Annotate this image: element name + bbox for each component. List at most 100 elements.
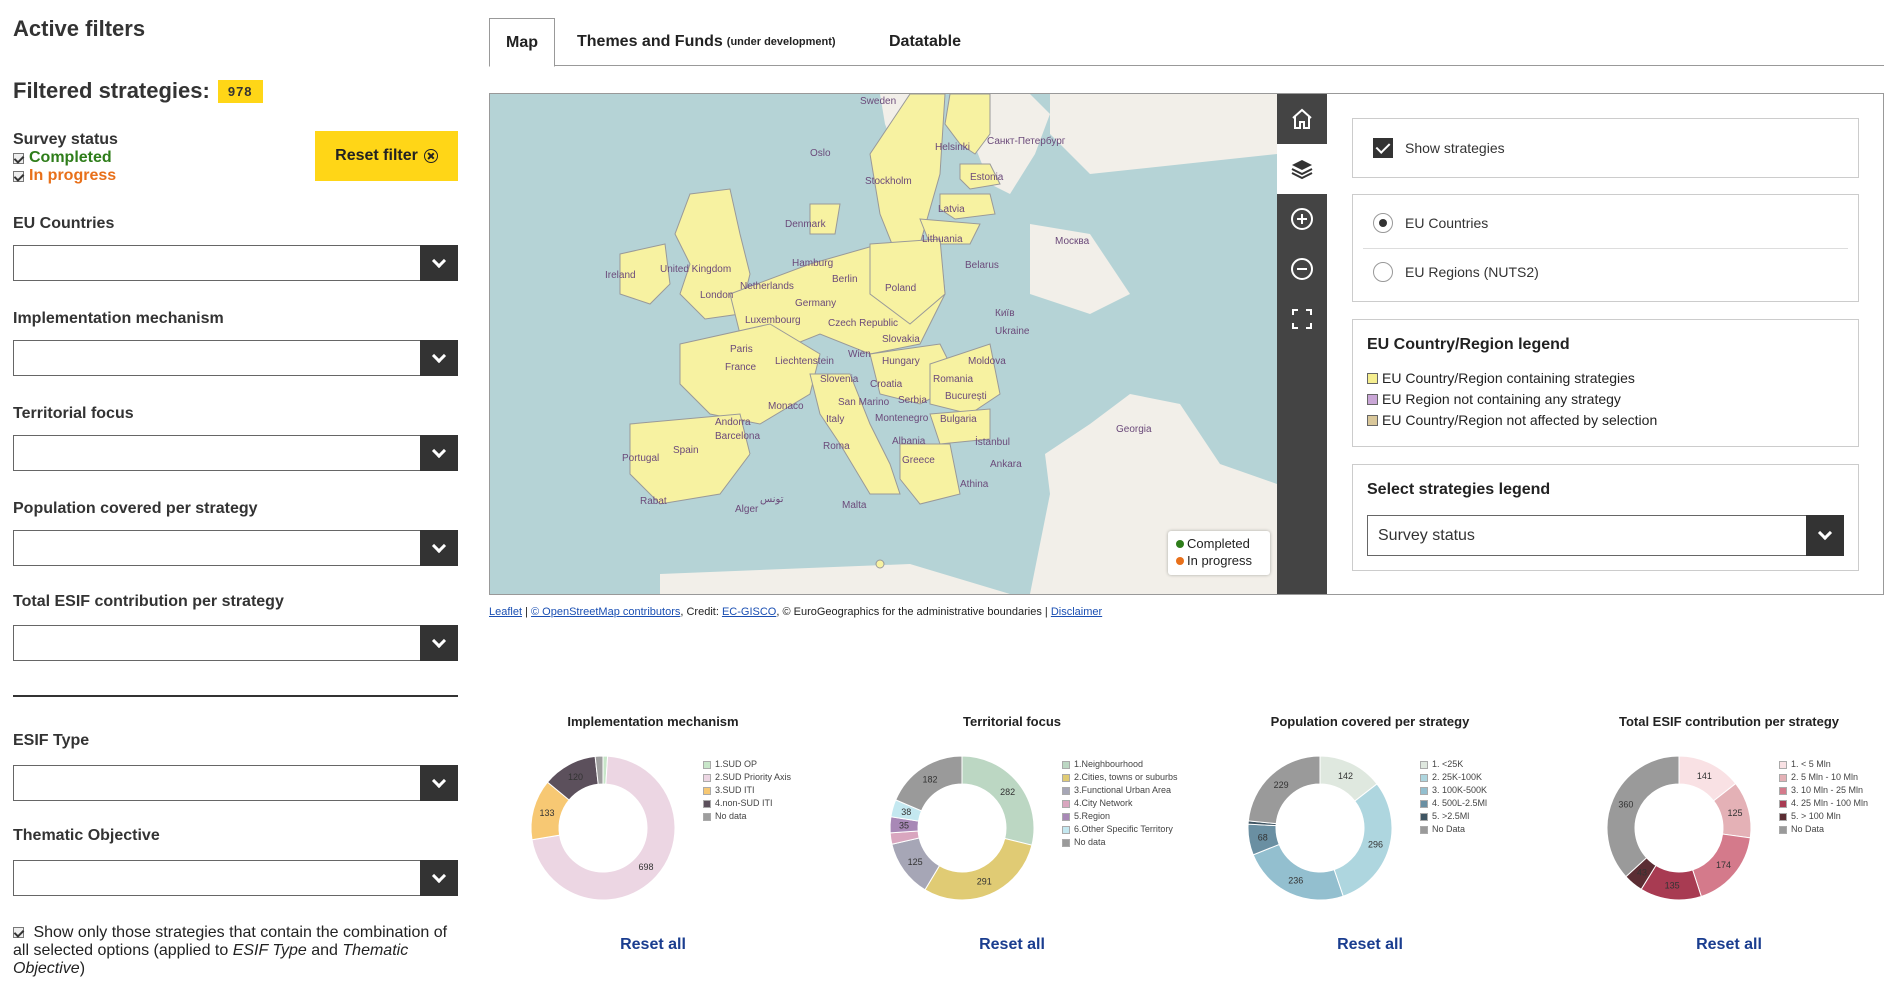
chart-legend-item[interactable]: 4. 500L-2.5Ml — [1420, 797, 1487, 810]
chart-legend-item[interactable]: 5.Region — [1062, 810, 1178, 823]
combination-option[interactable]: Show only those strategies that contain … — [13, 924, 458, 978]
thematic-objective-select[interactable] — [13, 860, 458, 896]
radio-eu-countries[interactable]: EU Countries — [1373, 213, 1488, 233]
population-covered-select[interactable] — [13, 530, 458, 566]
combination-text-end: ) — [79, 960, 86, 977]
chevron-down-icon[interactable] — [420, 625, 458, 661]
esif-type-select[interactable] — [13, 765, 458, 801]
chart-legend-item[interactable]: No Data — [1779, 823, 1868, 836]
chart-legend-item[interactable]: 2.Cities, towns or suburbs — [1062, 771, 1178, 784]
map-place-label: Spain — [673, 445, 699, 456]
chart-legend-item[interactable]: 3. 10 Mln - 25 Mln — [1779, 784, 1868, 797]
map-container: Sweden Oslo Stockholm Helsinki Санкт-Петербу… — [489, 93, 1884, 595]
legend-item-label: EU Country/Region containing strategies — [1382, 370, 1635, 386]
chart-esif-contribution: Total ESIF contribution per strategy 141… — [1589, 714, 1896, 974]
eu-countries-select[interactable] — [13, 245, 458, 281]
chart-legend-item[interactable]: 2. 5 Mln - 10 Mln — [1779, 771, 1868, 784]
legend-swatch — [1420, 773, 1428, 782]
map-place-label: Italy — [826, 414, 845, 425]
chart-legend-item[interactable]: 5. >2.5Ml — [1420, 810, 1487, 823]
territorial-focus-select[interactable] — [13, 435, 458, 471]
reset-all-button[interactable]: Reset all — [1589, 936, 1869, 954]
combination-text-and: and — [306, 942, 343, 959]
legend-item-label: 3.SUD ITI — [715, 785, 755, 795]
chart-legend-item[interactable]: No data — [703, 810, 791, 823]
chart-legend-item[interactable]: 3.Functional Urban Area — [1062, 784, 1178, 797]
map-place-label: Київ — [995, 308, 1015, 319]
chart-legend-item[interactable]: No data — [1062, 836, 1178, 849]
zoom-out-button[interactable] — [1277, 244, 1327, 294]
chart-legend-item[interactable]: 6.Other Specific Territory — [1062, 823, 1178, 836]
chart-legend-item[interactable]: 1. < 5 Mln — [1779, 758, 1868, 771]
gisco-link[interactable]: EC-GISCO — [722, 606, 776, 618]
zoom-in-button[interactable] — [1277, 194, 1327, 244]
donut-slice[interactable] — [1333, 783, 1393, 897]
chart-legend-item[interactable]: 4. 25 Mln - 100 Mln — [1779, 797, 1868, 810]
in-progress-checkbox[interactable] — [13, 170, 24, 182]
show-strategies-option[interactable]: Show strategies — [1373, 138, 1505, 158]
reset-filter-button[interactable]: Reset filter — [315, 131, 458, 181]
filtered-count-badge: 978 — [217, 79, 263, 103]
chart-legend-item[interactable]: 1.Neighbourhood — [1062, 758, 1178, 771]
fullscreen-button[interactable] — [1277, 294, 1327, 344]
combination-checkbox[interactable] — [13, 927, 24, 938]
strategies-legend-select[interactable]: Survey status — [1367, 515, 1844, 556]
close-circle-icon — [423, 149, 438, 163]
europe-map[interactable]: Sweden Oslo Stockholm Helsinki Санкт-Петербу… — [490, 94, 1277, 594]
chart-legend: 1.SUD OP 2.SUD Priority Axis 3.SUD ITI 4.no… — [703, 758, 791, 823]
home-button[interactable] — [1277, 94, 1327, 144]
home-icon — [1292, 108, 1312, 129]
map-place-label: Belarus — [965, 260, 999, 271]
tab-map[interactable]: Map — [489, 18, 555, 67]
tab-themes-and-funds[interactable]: Themes and Funds (under development) — [577, 18, 836, 66]
chevron-down-icon[interactable] — [420, 435, 458, 471]
leaflet-link[interactable]: Leaflet — [489, 606, 522, 618]
chart-legend-item[interactable]: 2. 25K-100K — [1420, 771, 1487, 784]
map-place-label: Alger — [735, 504, 759, 515]
survey-in-progress-option[interactable]: In progress — [13, 167, 118, 185]
esif-contribution-select[interactable] — [13, 625, 458, 661]
chevron-down-icon[interactable] — [1806, 515, 1844, 556]
radio-eu-regions[interactable]: EU Regions (NUTS2) — [1373, 262, 1539, 282]
eu-countries-radio[interactable] — [1373, 213, 1393, 233]
reset-all-button[interactable]: Reset all — [872, 936, 1152, 954]
implementation-mechanism-label: Implementation mechanism — [13, 310, 224, 327]
layers-button[interactable] — [1277, 144, 1327, 194]
map-place-label: Estonia — [970, 172, 1004, 183]
reset-all-button[interactable]: Reset all — [1230, 936, 1510, 954]
chevron-down-icon[interactable] — [420, 860, 458, 896]
chart-legend-item[interactable]: 2.SUD Priority Axis — [703, 771, 791, 784]
chart-legend-item[interactable]: 5. > 100 Mln — [1779, 810, 1868, 823]
show-strategies-checkbox[interactable] — [1373, 138, 1393, 158]
chart-legend-item[interactable]: 3.SUD ITI — [703, 784, 791, 797]
map-place-label: Malta — [842, 500, 867, 511]
donut-data-label: 282 — [1000, 787, 1015, 797]
donut-slice[interactable] — [1606, 755, 1680, 878]
chart-legend-item[interactable]: 3. 100K-500K — [1420, 784, 1487, 797]
chart-legend-item[interactable]: 4.non-SUD ITI — [703, 797, 791, 810]
legend-item-label: No data — [715, 811, 747, 821]
tab-datatable[interactable]: Datatable — [889, 18, 961, 66]
chart-legend-item[interactable]: 1. <25K — [1420, 758, 1487, 771]
chevron-down-icon[interactable] — [420, 245, 458, 281]
eu-regions-radio[interactable] — [1373, 262, 1393, 282]
chevron-down-icon[interactable] — [420, 765, 458, 801]
chart-legend-item[interactable]: 4.City Network — [1062, 797, 1178, 810]
reset-all-button[interactable]: Reset all — [513, 936, 793, 954]
map-place-label: Denmark — [785, 219, 826, 230]
osm-link[interactable]: © OpenStreetMap contributors — [531, 606, 680, 618]
donut-slice[interactable] — [924, 837, 1033, 901]
disclaimer-link[interactable]: Disclaimer — [1051, 606, 1102, 618]
survey-completed-option[interactable]: Completed — [13, 149, 118, 167]
donut-slice[interactable] — [961, 755, 1035, 846]
chevron-down-icon[interactable] — [420, 340, 458, 376]
chart-legend-item[interactable]: No Data — [1420, 823, 1487, 836]
chevron-down-icon[interactable] — [420, 530, 458, 566]
active-filters-title: Active filters — [13, 16, 146, 41]
chart-legend-item[interactable]: 1.SUD OP — [703, 758, 791, 771]
tab-themes-label: Themes and Funds — [577, 33, 723, 50]
completed-checkbox[interactable] — [13, 152, 24, 164]
donut-slice[interactable] — [1252, 843, 1344, 901]
implementation-mechanism-select[interactable] — [13, 340, 458, 376]
legend-swatch — [1779, 786, 1787, 795]
